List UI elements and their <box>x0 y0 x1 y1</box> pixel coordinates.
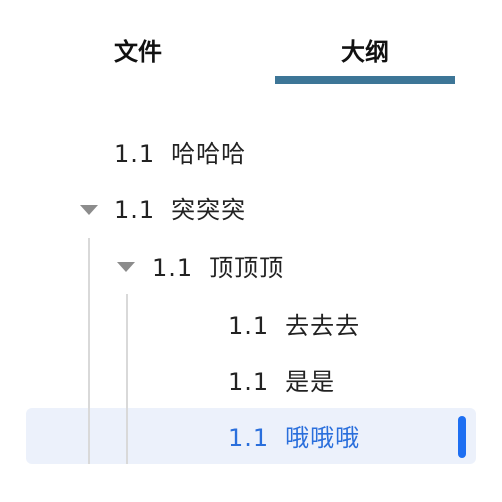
outline-item-number: 1.1 <box>114 140 156 168</box>
tab-file[interactable]: 文件 <box>48 32 228 72</box>
outline-item-number: 1.1 <box>152 254 194 282</box>
outline-item-number: 1.1 <box>228 424 270 452</box>
indent-guide-level-1 <box>88 238 90 464</box>
outline-item-label: 突突突 <box>171 196 247 224</box>
selection-marker <box>458 416 466 458</box>
tab-outline[interactable]: 大纲 <box>275 32 455 72</box>
outline-item[interactable]: 1.1 突突突 <box>114 190 246 230</box>
active-tab-indicator <box>275 76 455 84</box>
outline-item[interactable]: 1.1 是是 <box>228 362 335 402</box>
outline-item[interactable]: 1.1 哈哈哈 <box>114 134 246 174</box>
outline-item-label: 顶顶顶 <box>209 254 285 282</box>
caret-down-icon[interactable] <box>117 262 135 272</box>
outline-item-label: 去去去 <box>285 312 361 340</box>
outline-item-label: 是是 <box>285 368 336 396</box>
outline-item-label: 哈哈哈 <box>171 140 247 168</box>
outline-item[interactable]: 1.1 顶顶顶 <box>152 248 284 288</box>
outline-item-number: 1.1 <box>114 196 156 224</box>
outline-item-number: 1.1 <box>228 312 270 340</box>
outline-item-selected[interactable]: 1.1 哦哦哦 <box>228 418 360 458</box>
outline-item-number: 1.1 <box>228 368 270 396</box>
caret-down-icon[interactable] <box>80 205 98 215</box>
outline-item[interactable]: 1.1 去去去 <box>228 306 360 346</box>
indent-guide-level-2 <box>126 294 128 464</box>
outline-item-label: 哦哦哦 <box>285 424 361 452</box>
